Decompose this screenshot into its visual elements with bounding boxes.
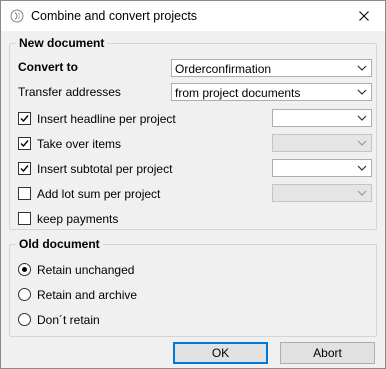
keep-payments-label: keep payments [37,212,119,226]
abort-button[interactable]: Abort [280,342,375,364]
dont-retain-label: Don´t retain [37,313,100,327]
chevron-down-icon [357,89,367,95]
checkmark-icon [20,140,29,148]
chevron-down-icon [357,190,367,196]
retain-unchanged-radio[interactable] [18,263,31,276]
chevron-down-icon [357,65,367,71]
add-lot-sum-label: Add lot sum per project [37,187,161,201]
insert-subtotal-label: Insert subtotal per project [37,162,173,176]
dialog-window: Combine and convert projects New documen… [0,0,386,369]
window-title: Combine and convert projects [31,9,198,23]
old-document-legend: Old document [16,237,103,251]
convert-to-value: Orderconfirmation [175,62,272,76]
add-lot-sum-select[interactable] [272,184,372,202]
add-lot-sum-checkbox[interactable] [18,187,31,200]
title-bar: Combine and convert projects [1,1,385,31]
checkmark-icon [20,165,29,173]
take-over-items-label: Take over items [37,137,122,151]
keep-payments-checkbox[interactable] [18,212,31,225]
chevron-down-icon [357,115,367,121]
transfer-addresses-select[interactable]: from project documents [171,83,372,101]
new-document-legend: New document [16,36,108,50]
take-over-items-checkbox[interactable] [18,137,31,150]
convert-to-label: Convert to [18,60,78,74]
close-icon [359,11,369,21]
transfer-addresses-label: Transfer addresses [18,85,121,99]
insert-subtotal-checkbox[interactable] [18,162,31,175]
retain-and-archive-radio[interactable] [18,288,31,301]
take-over-items-select[interactable] [272,134,372,152]
dont-retain-radio[interactable] [18,313,31,326]
insert-headline-checkbox[interactable] [18,112,31,125]
chevron-down-icon [357,140,367,146]
retain-and-archive-label: Retain and archive [37,288,138,302]
retain-unchanged-label: Retain unchanged [37,263,135,277]
radio-selected-dot [22,267,27,272]
insert-headline-label: Insert headline per project [37,112,176,126]
chevron-down-icon [357,165,367,171]
app-logo-icon [10,9,24,23]
checkmark-icon [20,115,29,123]
close-button[interactable] [350,4,378,28]
convert-to-select[interactable]: Orderconfirmation [171,59,372,77]
insert-headline-select[interactable] [272,109,372,127]
insert-subtotal-select[interactable] [272,159,372,177]
ok-button[interactable]: OK [173,342,268,364]
transfer-addresses-value: from project documents [175,86,301,100]
